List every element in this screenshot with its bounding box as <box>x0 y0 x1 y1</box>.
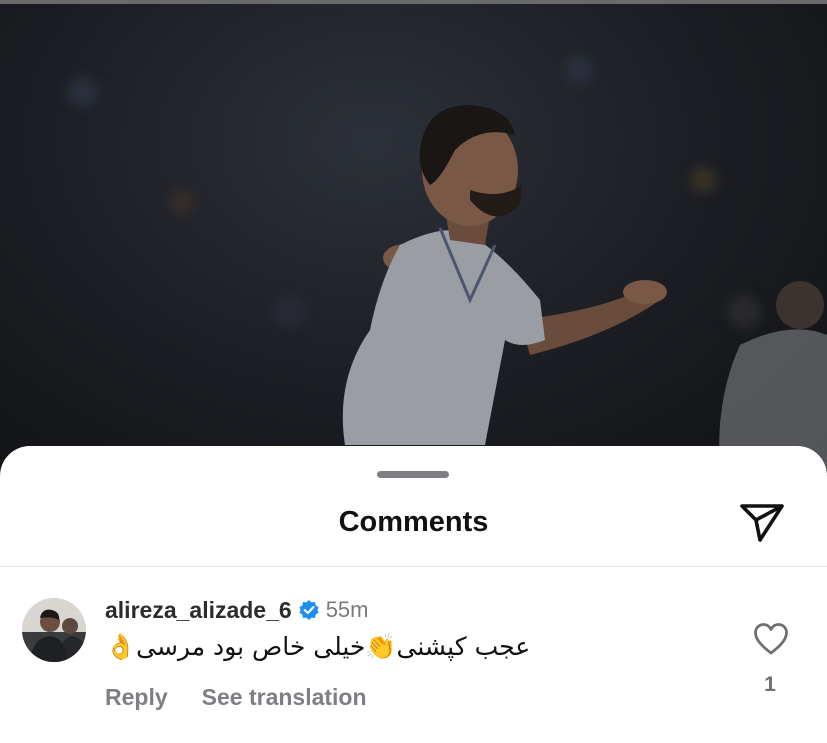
see-translation-button[interactable]: See translation <box>202 684 367 711</box>
sheet-title: Comments <box>338 506 489 538</box>
comment-header: alireza_alizade_6 55m <box>105 595 368 625</box>
verified-badge-icon <box>299 600 319 620</box>
sheet-drag-handle[interactable] <box>377 471 449 478</box>
comment-actions: Reply See translation <box>105 684 367 711</box>
comment-username[interactable]: alireza_alizade_6 <box>105 597 292 624</box>
heart-outline-icon[interactable] <box>753 622 789 656</box>
comments-sheet: Comments alireza_alizade_6 55m 👌عجب کپشن… <box>0 446 827 743</box>
paper-plane-icon[interactable] <box>738 500 786 544</box>
player-figure <box>342 105 827 470</box>
comment-text: 👌عجب کپشنی👏خیلی خاص بود مرسی <box>105 632 531 661</box>
comment-timestamp: 55m <box>325 597 369 622</box>
sheet-divider <box>0 566 827 567</box>
reply-button[interactable]: Reply <box>105 684 168 711</box>
like-count: 1 <box>764 673 776 696</box>
avatar[interactable] <box>22 598 86 662</box>
avatar-image <box>22 598 86 662</box>
post-photo-background <box>0 0 827 470</box>
